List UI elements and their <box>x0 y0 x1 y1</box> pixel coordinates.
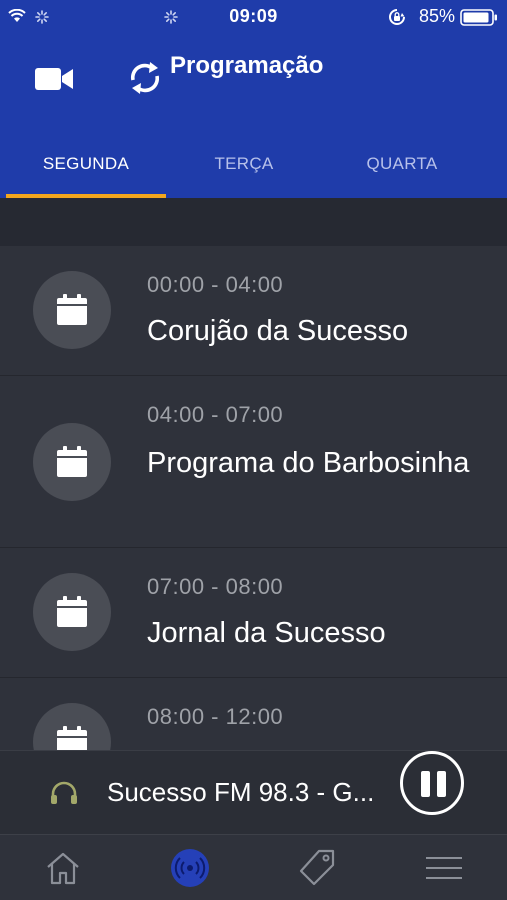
calendar-avatar <box>33 423 111 501</box>
tag-icon <box>299 849 335 886</box>
tab-menu[interactable] <box>381 835 507 900</box>
station-name: Sucesso FM 98.3 - G... <box>107 777 375 807</box>
battery-icon <box>460 9 497 26</box>
calendar-icon <box>57 596 87 627</box>
pause-icon <box>421 771 430 797</box>
tab-quarta[interactable]: QUARTA <box>323 134 481 198</box>
video-camera-icon[interactable] <box>34 66 74 92</box>
tab-segunda[interactable]: SEGUNDA <box>7 134 165 198</box>
schedule-time: 00:00 - 04:00 <box>147 272 284 297</box>
home-icon <box>47 852 79 885</box>
schedule-title: Programa do Barbosinha <box>147 447 470 479</box>
schedule-title: Jornal da Sucesso <box>147 617 386 649</box>
headphones-icon <box>51 781 77 804</box>
orientation-lock-icon <box>389 9 405 25</box>
tab-radio[interactable] <box>127 835 253 900</box>
calendar-avatar <box>33 271 111 349</box>
app-screen: 09:09 85% Programação SEGUNDA TERÇA QUAR… <box>0 0 507 900</box>
calendar-icon <box>57 446 87 477</box>
calendar-icon <box>57 294 87 325</box>
radio-broadcast-icon <box>171 849 209 887</box>
list-top-spacer <box>0 198 507 246</box>
pause-button[interactable] <box>400 751 464 815</box>
battery-percent: 85% <box>418 6 455 26</box>
tab-home[interactable] <box>0 835 126 900</box>
tab-terca[interactable]: TERÇA <box>165 134 323 198</box>
schedule-title: Corujão da Sucesso <box>147 315 409 347</box>
status-bar: 09:09 85% <box>0 0 507 34</box>
header: 09:09 85% Programação SEGUNDA TERÇA QUAR… <box>0 0 507 198</box>
sync-icon[interactable] <box>128 58 162 98</box>
list-item[interactable]: 04:00 - 07:00 Programa do Barbosinha <box>0 376 507 548</box>
page-title: Programação <box>170 52 324 79</box>
bottom-tab-bar <box>0 834 507 900</box>
calendar-avatar <box>33 573 111 651</box>
schedule-time: 08:00 - 12:00 <box>147 704 284 729</box>
day-tabs: SEGUNDA TERÇA QUARTA <box>0 134 507 198</box>
list-item[interactable]: 00:00 - 04:00 Corujão da Sucesso <box>0 246 507 376</box>
menu-icon <box>426 857 462 879</box>
list-item[interactable]: 07:00 - 08:00 Jornal da Sucesso <box>0 548 507 678</box>
player-bar[interactable]: Sucesso FM 98.3 - G... <box>0 750 507 834</box>
schedule-time: 07:00 - 08:00 <box>147 574 284 599</box>
schedule-time: 04:00 - 07:00 <box>147 402 284 427</box>
pause-icon <box>437 771 446 797</box>
tab-tags[interactable] <box>254 835 380 900</box>
